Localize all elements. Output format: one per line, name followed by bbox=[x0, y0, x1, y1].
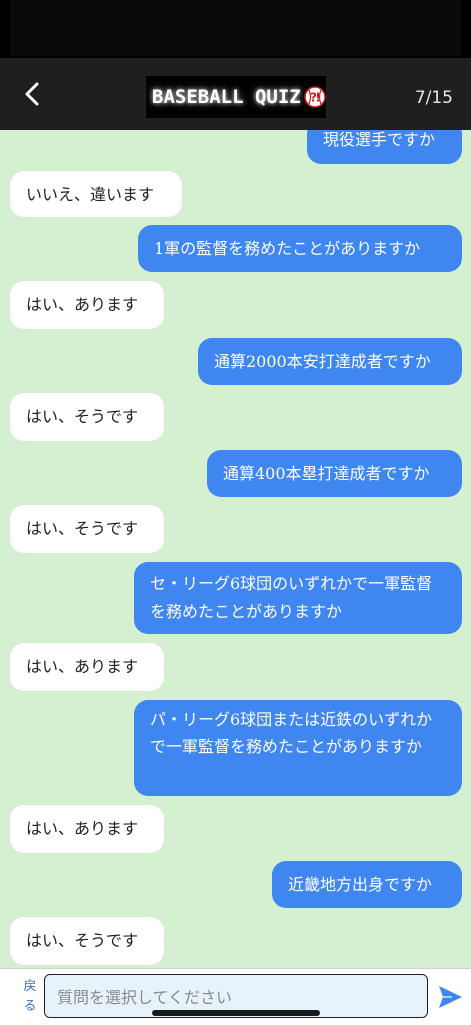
message-received: はい、そうです bbox=[10, 393, 164, 441]
message-sent: 通算2000本安打達成者ですか bbox=[198, 338, 462, 385]
message-received: はい、そうです bbox=[10, 917, 164, 965]
message-received: はい、そうです bbox=[10, 505, 164, 553]
status-bar-area bbox=[10, 0, 461, 56]
status-bar bbox=[0, 0, 471, 58]
message-sent: 現役選手ですか bbox=[307, 130, 462, 164]
back-button[interactable] bbox=[14, 76, 50, 112]
svg-text:⁈: ⁈ bbox=[310, 91, 320, 105]
home-indicator bbox=[152, 1010, 320, 1016]
message-sent: 近畿地方出身ですか bbox=[272, 861, 462, 908]
message-received: いいえ、違います bbox=[10, 171, 182, 217]
question-select-placeholder: 質問を選択してください bbox=[57, 988, 233, 1007]
message-sent: パ・リーグ6球団または近鉄のいずれかで一軍監督を務めたことがありますか bbox=[134, 700, 462, 796]
message-received: はい、あります bbox=[10, 643, 164, 691]
message-sent: 1軍の監督を務めたことがありますか bbox=[138, 225, 462, 272]
return-button[interactable]: 戻る bbox=[20, 977, 40, 1017]
chevron-left-icon bbox=[25, 82, 39, 106]
message-sent: セ・リーグ6球団のいずれかで一軍監督を務めたことがありますか bbox=[134, 562, 462, 634]
message-received: はい、あります bbox=[10, 281, 164, 329]
question-progress: 7/15 bbox=[414, 88, 453, 108]
message-sent: 通算400本塁打達成者ですか bbox=[207, 450, 462, 497]
send-icon bbox=[439, 986, 462, 1008]
input-bar: 戻る 質問を選択してください bbox=[0, 968, 471, 1025]
send-button[interactable] bbox=[436, 983, 464, 1011]
app-logo: BASEBALL QUIZ ⁈ bbox=[146, 76, 326, 118]
baseball-question-icon: ⁈ bbox=[303, 86, 326, 108]
chat-area[interactable]: 現役選手ですか いいえ、違います 1軍の監督を務めたことがありますか はい、あり… bbox=[0, 130, 471, 968]
app-header: BASEBALL QUIZ ⁈ 7/15 bbox=[0, 58, 471, 131]
app-title: BASEBALL QUIZ bbox=[152, 86, 301, 108]
message-received: はい、あります bbox=[10, 805, 164, 853]
